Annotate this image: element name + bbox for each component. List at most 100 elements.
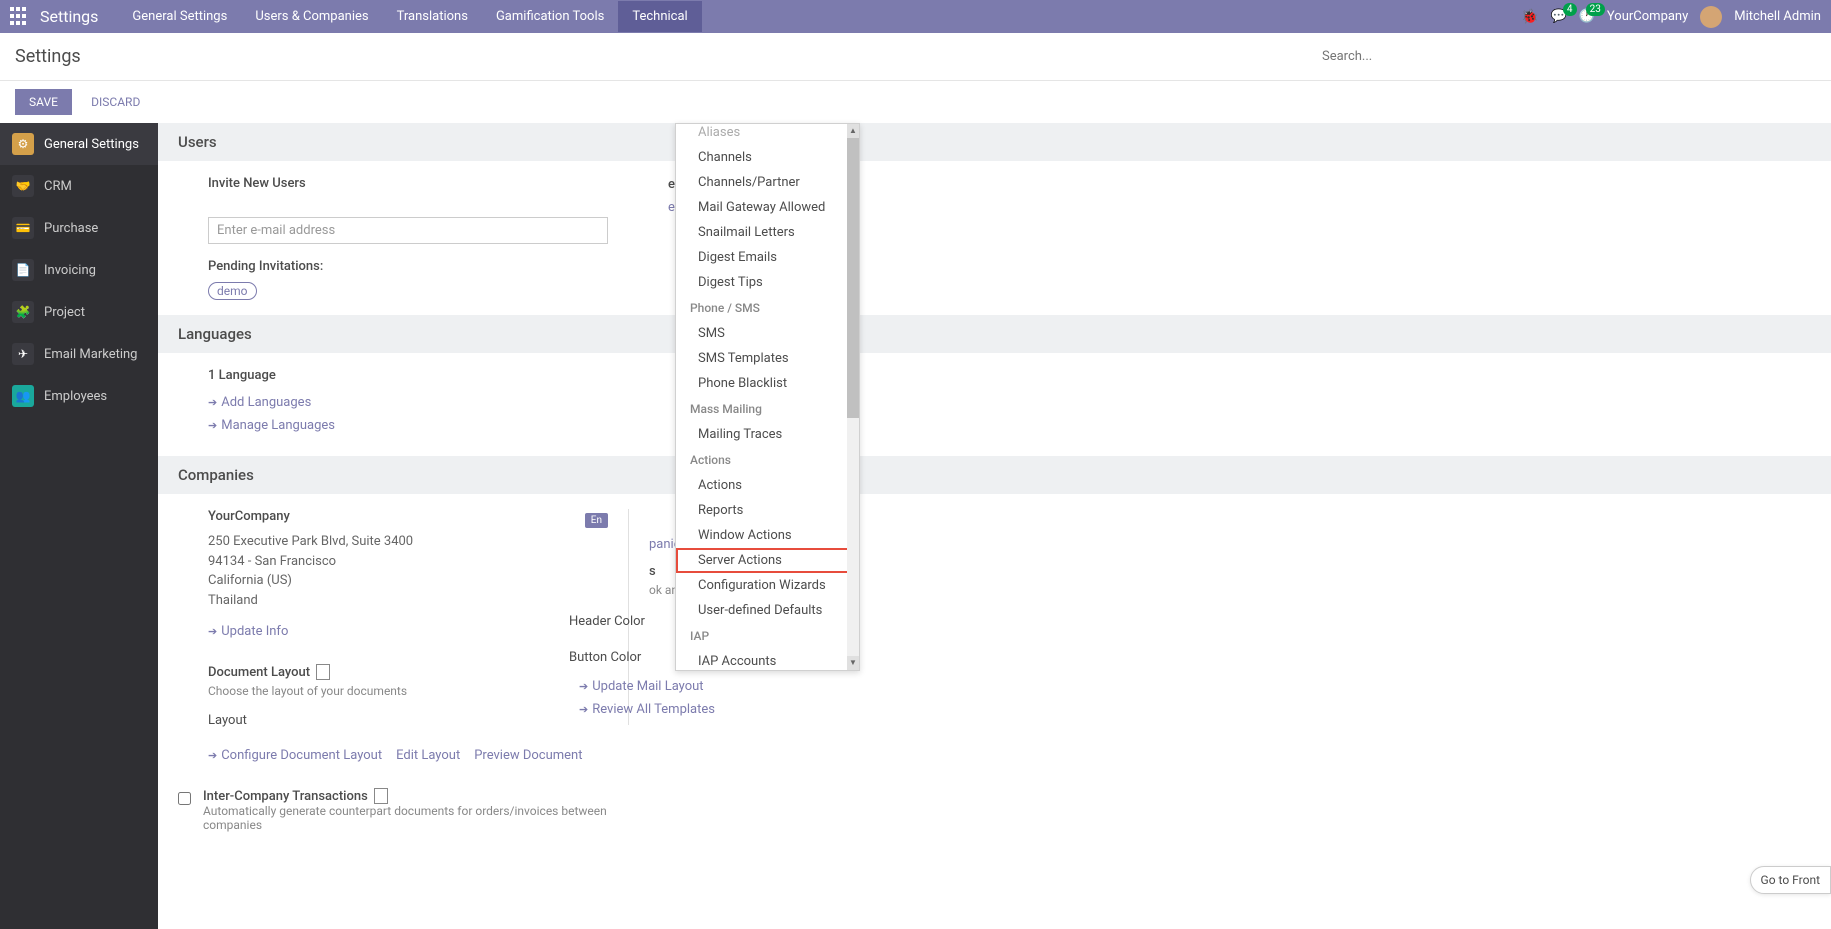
search-input[interactable]: [1316, 43, 1816, 70]
dd-phone-blacklist[interactable]: Phone Blacklist: [676, 371, 859, 396]
dd-channels[interactable]: Channels: [676, 145, 859, 170]
main-layout: ⚙ General Settings 🤝 CRM 💳 Purchase 📄 In…: [0, 123, 1831, 929]
sidebar-item-project[interactable]: 🧩 Project: [0, 291, 158, 333]
sidebar-item-crm[interactable]: 🤝 CRM: [0, 165, 158, 207]
company-address-4: Thailand: [208, 591, 608, 611]
add-languages-link[interactable]: ➔ Add Languages: [208, 395, 608, 410]
apps-icon[interactable]: [10, 7, 30, 27]
review-templates-link[interactable]: ➔ Review All Templates: [579, 702, 1028, 717]
pending-label: Pending Invitations:: [208, 259, 608, 274]
search-box: [1316, 43, 1816, 70]
sidebar-item-label: Purchase: [44, 221, 98, 236]
nav-menu: General Settings Users & Companies Trans…: [118, 1, 701, 32]
dd-reports[interactable]: Reports: [676, 498, 859, 523]
dd-header-mass: Mass Mailing: [676, 396, 859, 422]
messages-icon[interactable]: 💬4: [1551, 9, 1567, 24]
activities-icon[interactable]: 🕐23: [1579, 9, 1595, 24]
dd-iap-accounts[interactable]: IAP Accounts: [676, 649, 859, 671]
discard-button[interactable]: DISCARD: [83, 89, 148, 115]
content: Aliases Channels Channels/Partner Mail G…: [158, 123, 1831, 929]
company-address-3: California (US): [208, 571, 608, 591]
invite-label: Invite New Users: [208, 176, 608, 191]
sidebar: ⚙ General Settings 🤝 CRM 💳 Purchase 📄 In…: [0, 123, 158, 929]
dd-window-actions[interactable]: Window Actions: [676, 523, 859, 548]
dd-aliases[interactable]: Aliases: [676, 124, 859, 145]
company-switcher[interactable]: YourCompany: [1607, 9, 1688, 24]
activities-badge: 23: [1586, 3, 1605, 16]
preview-document-link[interactable]: Preview Document: [474, 748, 582, 763]
dd-server-actions[interactable]: Server Actions: [676, 548, 859, 573]
arrow-right-icon: ➔: [579, 703, 588, 716]
top-nav: Settings General Settings Users & Compan…: [0, 0, 1831, 33]
nav-technical[interactable]: Technical: [618, 1, 701, 32]
scroll-down-icon[interactable]: ▼: [847, 656, 859, 670]
languages-col: 1 Language ➔ Add Languages ➔ Manage Lang…: [208, 368, 608, 441]
sidebar-item-label: General Settings: [44, 137, 139, 152]
section-languages-body: 1 Language ➔ Add Languages ➔ Manage Lang…: [158, 353, 1831, 456]
update-info-link[interactable]: ➔ Update Info: [208, 624, 608, 639]
dd-digest-tips[interactable]: Digest Tips: [676, 270, 859, 295]
arrow-right-icon: ➔: [208, 625, 217, 638]
avatar[interactable]: [1700, 6, 1722, 28]
dd-digest-emails[interactable]: Digest Emails: [676, 245, 859, 270]
dd-mailing-traces[interactable]: Mailing Traces: [676, 422, 859, 447]
dd-config-wizards[interactable]: Configuration Wizards: [676, 573, 859, 598]
layout-label: Layout: [208, 713, 608, 728]
dd-actions[interactable]: Actions: [676, 473, 859, 498]
sidebar-item-label: CRM: [44, 179, 72, 194]
ict-checkbox[interactable]: [178, 792, 191, 805]
nav-users-companies[interactable]: Users & Companies: [241, 1, 382, 32]
company-name: YourCompany: [208, 509, 290, 524]
dd-sms[interactable]: SMS: [676, 321, 859, 346]
section-users-header: Users: [158, 123, 1831, 161]
nav-general-settings[interactable]: General Settings: [118, 1, 241, 32]
document-icon: [316, 664, 330, 680]
bug-icon[interactable]: 🐞: [1521, 9, 1538, 25]
section-companies-body: YourCompany En 250 Executive Park Blvd, …: [158, 494, 1831, 847]
configure-doc-layout-link[interactable]: ➔ Configure Document Layout: [208, 748, 382, 763]
dd-user-defaults[interactable]: User-defined Defaults: [676, 598, 859, 623]
dropdown-scrollbar[interactable]: ▲ ▼: [847, 124, 859, 670]
sidebar-item-invoicing[interactable]: 📄 Invoicing: [0, 249, 158, 291]
section-companies-header: Companies: [158, 456, 1831, 494]
dd-sms-templates[interactable]: SMS Templates: [676, 346, 859, 371]
invoice-icon: 📄: [12, 259, 34, 281]
sidebar-item-email[interactable]: ✈ Email Marketing: [0, 333, 158, 375]
header-color-label: Header Color: [569, 614, 659, 629]
nav-translations[interactable]: Translations: [383, 1, 482, 32]
crm-icon: 🤝: [12, 175, 34, 197]
scroll-thumb[interactable]: [847, 138, 859, 418]
gear-icon: ⚙: [12, 133, 34, 155]
user-name[interactable]: Mitchell Admin: [1734, 9, 1821, 24]
invite-email-input[interactable]: [208, 217, 608, 244]
company-badge: En: [585, 513, 608, 528]
dd-mail-gateway[interactable]: Mail Gateway Allowed: [676, 195, 859, 220]
employees-icon: 👥: [12, 385, 34, 407]
arrow-right-icon: ➔: [208, 396, 217, 409]
save-button[interactable]: SAVE: [15, 89, 72, 115]
language-count: 1 Language: [208, 368, 608, 383]
sidebar-item-general[interactable]: ⚙ General Settings: [0, 123, 158, 165]
technical-dropdown: Aliases Channels Channels/Partner Mail G…: [675, 123, 860, 671]
manage-languages-link[interactable]: ➔ Manage Languages: [208, 418, 608, 433]
nav-right: 🐞 💬4 🕐23 YourCompany Mitchell Admin: [1521, 6, 1821, 28]
scroll-up-icon[interactable]: ▲: [847, 124, 859, 138]
dd-snailmail[interactable]: Snailmail Letters: [676, 220, 859, 245]
email-icon: ✈: [12, 343, 34, 365]
ict-subtitle: Automatically generate counterpart docum…: [203, 804, 608, 832]
nav-gamification[interactable]: Gamification Tools: [482, 1, 618, 32]
action-bar: SAVE DISCARD: [0, 81, 1831, 123]
purchase-icon: 💳: [12, 217, 34, 239]
company-address-1: 250 Executive Park Blvd, Suite 3400: [208, 532, 608, 552]
edit-layout-link[interactable]: Edit Layout: [396, 748, 460, 763]
sidebar-item-purchase[interactable]: 💳 Purchase: [0, 207, 158, 249]
company-address-2: 94134 - San Francisco: [208, 552, 608, 572]
dd-channels-partner[interactable]: Channels/Partner: [676, 170, 859, 195]
doc-layout-title: Document Layout: [208, 664, 608, 680]
project-icon: 🧩: [12, 301, 34, 323]
messages-badge: 4: [1563, 3, 1577, 16]
go-to-front-button[interactable]: Go to Front: [1750, 866, 1831, 894]
sidebar-item-employees[interactable]: 👥 Employees: [0, 375, 158, 417]
pending-tag-demo[interactable]: demo: [208, 282, 257, 300]
update-mail-layout-link[interactable]: ➔ Update Mail Layout: [579, 679, 1028, 694]
